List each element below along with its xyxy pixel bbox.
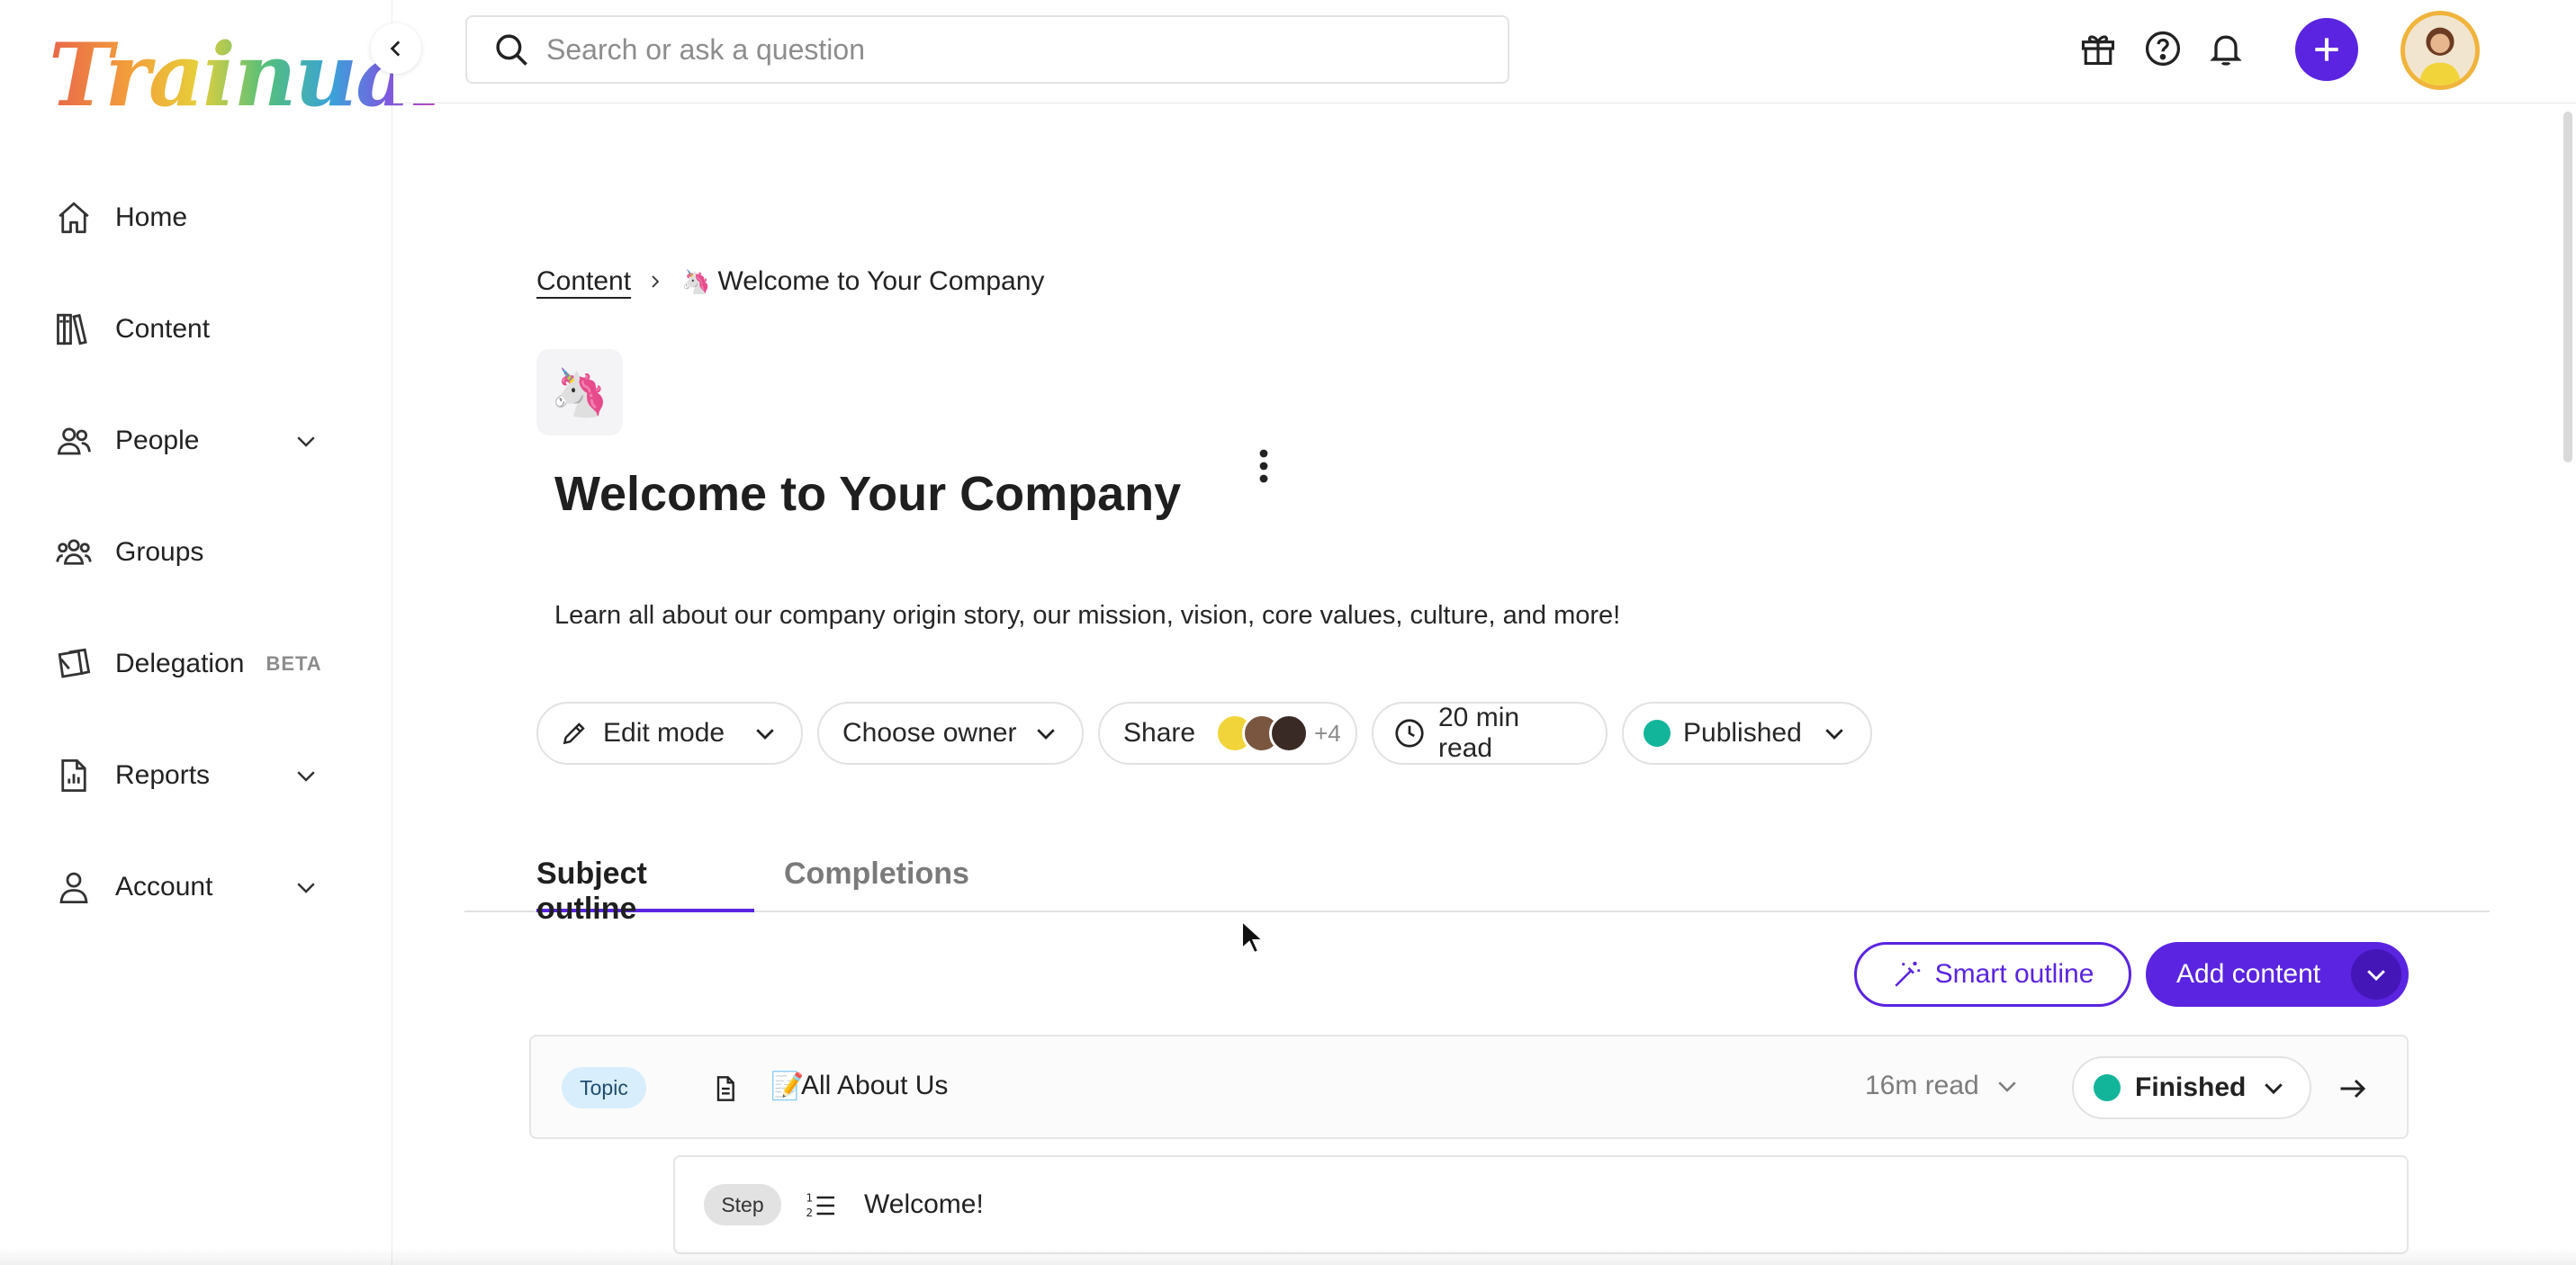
unicorn-icon: 🦄 bbox=[681, 267, 711, 295]
page-title[interactable]: Welcome to Your Company bbox=[554, 466, 1181, 522]
chevron-down-icon bbox=[1994, 1072, 2021, 1099]
sidebar-item-delegation[interactable]: Delegation BETA bbox=[0, 608, 392, 720]
choose-owner-dropdown[interactable]: Choose owner bbox=[817, 702, 1084, 765]
home-icon bbox=[54, 198, 94, 238]
groups-icon bbox=[54, 533, 94, 572]
step-tag: Step bbox=[704, 1184, 781, 1225]
shared-users-count: +4 bbox=[1314, 719, 1341, 747]
kebab-menu-icon bbox=[1259, 449, 1268, 483]
share-button[interactable]: Share +4 bbox=[1098, 702, 1357, 765]
arrow-right-icon[interactable] bbox=[2333, 1069, 2373, 1108]
sidebar: Trainual Home Content People Groups Dele… bbox=[0, 0, 443, 1265]
beta-badge: BETA bbox=[266, 652, 322, 675]
pencil-icon bbox=[558, 717, 590, 749]
subject-description[interactable]: Learn all about our company origin story… bbox=[554, 601, 1620, 631]
report-icon bbox=[54, 756, 94, 795]
search-input[interactable] bbox=[546, 32, 1446, 67]
sidebar-item-home[interactable]: Home bbox=[0, 162, 392, 274]
delegation-icon bbox=[54, 644, 94, 684]
chevron-right-icon bbox=[647, 273, 665, 291]
account-icon bbox=[54, 867, 94, 907]
chevron-down-icon bbox=[2260, 1074, 2287, 1101]
shared-users-avatars bbox=[1215, 713, 1310, 753]
sidebar-item-people[interactable]: People bbox=[0, 385, 392, 497]
topic-row[interactable]: Topic 📝 All About Us 16m read Finished bbox=[529, 1035, 2409, 1139]
sidebar-item-account[interactable]: Account bbox=[0, 831, 392, 943]
sidebar-item-content[interactable]: Content bbox=[0, 274, 392, 385]
plus-icon bbox=[2315, 38, 2338, 61]
chevron-down-icon[interactable] bbox=[288, 758, 324, 794]
breadcrumb-content-link[interactable]: Content bbox=[536, 266, 631, 297]
bottom-shadow bbox=[0, 1247, 2576, 1265]
sidebar-nav: Home Content People Groups Delegation BE… bbox=[0, 162, 392, 943]
user-photo-icon bbox=[2418, 27, 2462, 85]
bell-icon[interactable] bbox=[2202, 25, 2249, 72]
topic-emoji: 📝 bbox=[770, 1072, 805, 1101]
chevron-down-icon bbox=[1030, 717, 1062, 749]
status-dropdown[interactable]: Published bbox=[1622, 702, 1872, 765]
gift-icon[interactable] bbox=[2075, 25, 2121, 72]
search-box[interactable] bbox=[465, 15, 1509, 84]
clock-icon bbox=[1393, 717, 1426, 749]
sidebar-item-label: Groups bbox=[115, 537, 204, 567]
people-icon bbox=[54, 421, 94, 461]
help-icon[interactable] bbox=[2139, 25, 2186, 72]
collapse-sidebar-button[interactable] bbox=[371, 23, 421, 74]
avatar bbox=[1269, 713, 1310, 753]
svg-text:2: 2 bbox=[806, 1207, 814, 1219]
search-icon bbox=[496, 34, 527, 66]
tab-completions[interactable]: Completions bbox=[784, 846, 969, 912]
chevron-down-icon bbox=[2367, 970, 2385, 982]
chevron-down-icon bbox=[1818, 717, 1851, 749]
chevron-down-icon[interactable] bbox=[288, 869, 324, 905]
create-button[interactable] bbox=[2295, 18, 2358, 81]
numbered-list-icon: 12 bbox=[803, 1188, 839, 1224]
smart-outline-button[interactable]: Smart outline bbox=[1854, 942, 2131, 1007]
chevron-down-icon[interactable] bbox=[288, 423, 324, 459]
unicorn-icon: 🦄 bbox=[550, 366, 609, 419]
avatar[interactable] bbox=[2400, 11, 2480, 90]
step-row[interactable]: Step 12 Welcome! bbox=[673, 1155, 2409, 1254]
step-title[interactable]: Welcome! bbox=[864, 1189, 984, 1220]
svg-text:1: 1 bbox=[806, 1192, 814, 1205]
tabs: Subject outline Completions bbox=[464, 846, 2490, 926]
top-bar bbox=[393, 0, 2576, 103]
chevron-down-icon bbox=[749, 717, 781, 749]
status-dot bbox=[1644, 720, 1671, 747]
topic-tag: Topic bbox=[562, 1067, 646, 1108]
sidebar-item-label: Content bbox=[115, 314, 211, 344]
topic-read-time-toggle[interactable]: 16m read bbox=[1865, 1071, 2021, 1101]
breadcrumb-current: Welcome to Your Company bbox=[717, 266, 1045, 296]
tab-subject-outline[interactable]: Subject outline bbox=[536, 846, 754, 926]
sidebar-item-groups[interactable]: Groups bbox=[0, 497, 392, 608]
books-icon bbox=[54, 310, 94, 349]
breadcrumb: Content 🦄 Welcome to Your Company bbox=[536, 266, 1044, 297]
topic-title[interactable]: All About Us bbox=[801, 1071, 948, 1101]
topic-status-dropdown[interactable]: Finished bbox=[2072, 1056, 2311, 1119]
sidebar-item-label: Reports bbox=[115, 760, 211, 790]
sidebar-item-label: Account bbox=[115, 872, 213, 902]
mouse-cursor-icon bbox=[1241, 920, 1265, 955]
add-content-dropdown-toggle[interactable] bbox=[2351, 949, 2401, 1000]
subject-emoji-button[interactable]: 🦄 bbox=[536, 349, 623, 435]
document-icon bbox=[707, 1071, 743, 1107]
chevron-left-icon bbox=[390, 40, 401, 57]
sidebar-item-reports[interactable]: Reports bbox=[0, 720, 392, 831]
more-options-button[interactable] bbox=[1247, 446, 1280, 486]
status-dot bbox=[2094, 1074, 2121, 1101]
page-scrollbar[interactable] bbox=[2563, 112, 2572, 462]
read-time-pill[interactable]: 20 min read bbox=[1372, 702, 1608, 765]
edit-mode-dropdown[interactable]: Edit mode bbox=[536, 702, 803, 765]
sidebar-item-label: Delegation bbox=[115, 649, 245, 678]
add-content-button[interactable]: Add content bbox=[2146, 942, 2409, 1007]
sidebar-item-label: People bbox=[115, 426, 200, 455]
sidebar-item-label: Home bbox=[115, 202, 188, 232]
magic-wand-icon bbox=[1894, 961, 1920, 987]
